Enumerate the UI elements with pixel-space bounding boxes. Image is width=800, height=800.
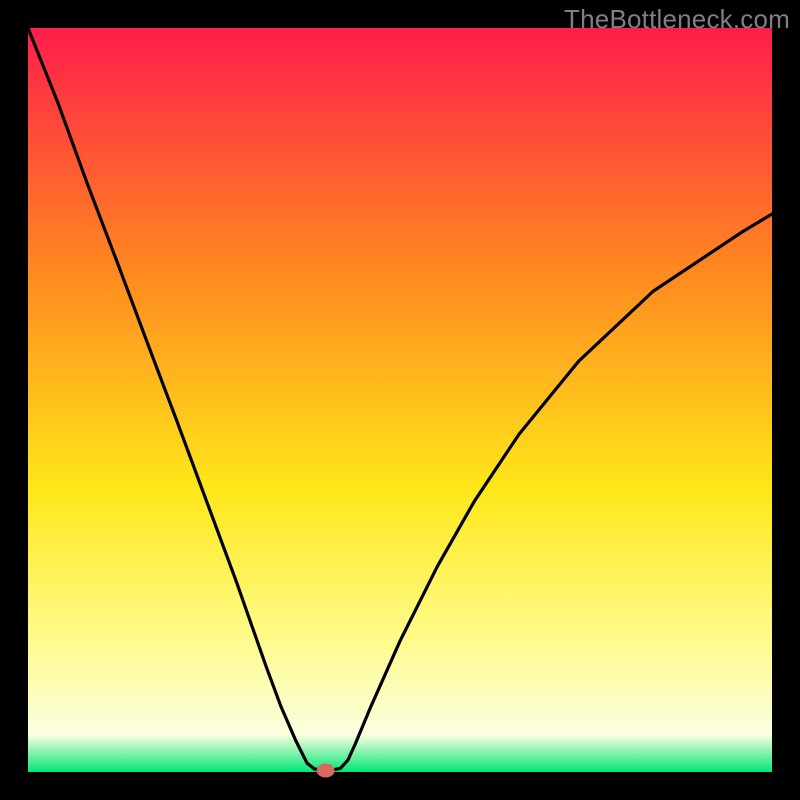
bottleneck-chart <box>0 0 800 800</box>
watermark-label: TheBottleneck.com <box>564 4 790 35</box>
selected-point-marker <box>317 764 335 778</box>
chart-frame: TheBottleneck.com <box>0 0 800 800</box>
plot-background <box>28 28 772 772</box>
